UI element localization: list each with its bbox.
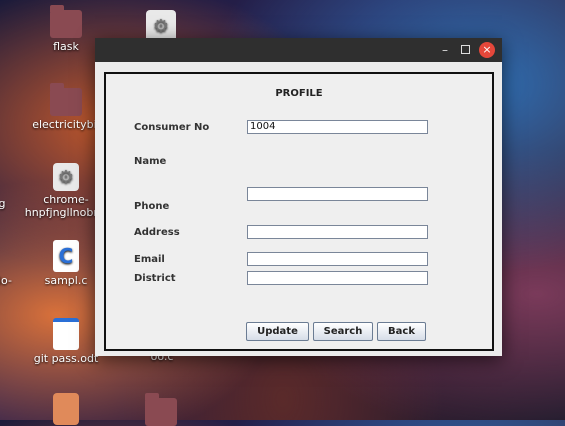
back-button[interactable]: Back (377, 322, 426, 341)
phone-input[interactable] (247, 187, 428, 201)
maximize-button[interactable] (457, 42, 473, 58)
close-button[interactable]: × (479, 42, 495, 58)
district-label: District (134, 273, 176, 284)
consumer-no-label: Consumer No (134, 122, 210, 133)
update-button[interactable]: Update (246, 322, 309, 341)
form-heading: PROFILE (275, 88, 323, 99)
folder-icon (50, 83, 82, 116)
email-input[interactable] (247, 252, 428, 266)
c-file-icon: C (53, 240, 79, 272)
gear-icon: ⚙ (53, 163, 79, 191)
profile-window: – × PROFILE Consumer No 1004 Name Phone … (95, 38, 502, 356)
partial-desktop-label: do- (0, 274, 12, 287)
close-icon: × (482, 43, 492, 56)
window-titlebar[interactable]: – × (95, 38, 502, 62)
profile-form-panel: PROFILE Consumer No 1004 Name Phone Addr… (104, 72, 494, 351)
maximize-icon (460, 45, 470, 54)
minimize-button[interactable]: – (437, 42, 453, 58)
name-label: Name (134, 156, 167, 167)
search-button[interactable]: Search (313, 322, 373, 341)
address-label: Address (134, 227, 180, 238)
folder-icon (145, 393, 177, 426)
archive-icon (53, 393, 79, 425)
district-input[interactable] (247, 271, 428, 285)
phone-label: Phone (134, 201, 170, 212)
folder-icon (50, 5, 82, 38)
document-icon (53, 318, 79, 350)
address-input[interactable] (247, 225, 428, 239)
desktop-icon-archive[interactable] (11, 393, 121, 425)
partial-desktop-label: g (0, 197, 6, 210)
minimize-icon: – (442, 43, 448, 57)
desktop-icon-folder[interactable] (106, 393, 216, 426)
email-label: Email (134, 254, 165, 265)
consumer-no-input[interactable]: 1004 (247, 120, 428, 134)
